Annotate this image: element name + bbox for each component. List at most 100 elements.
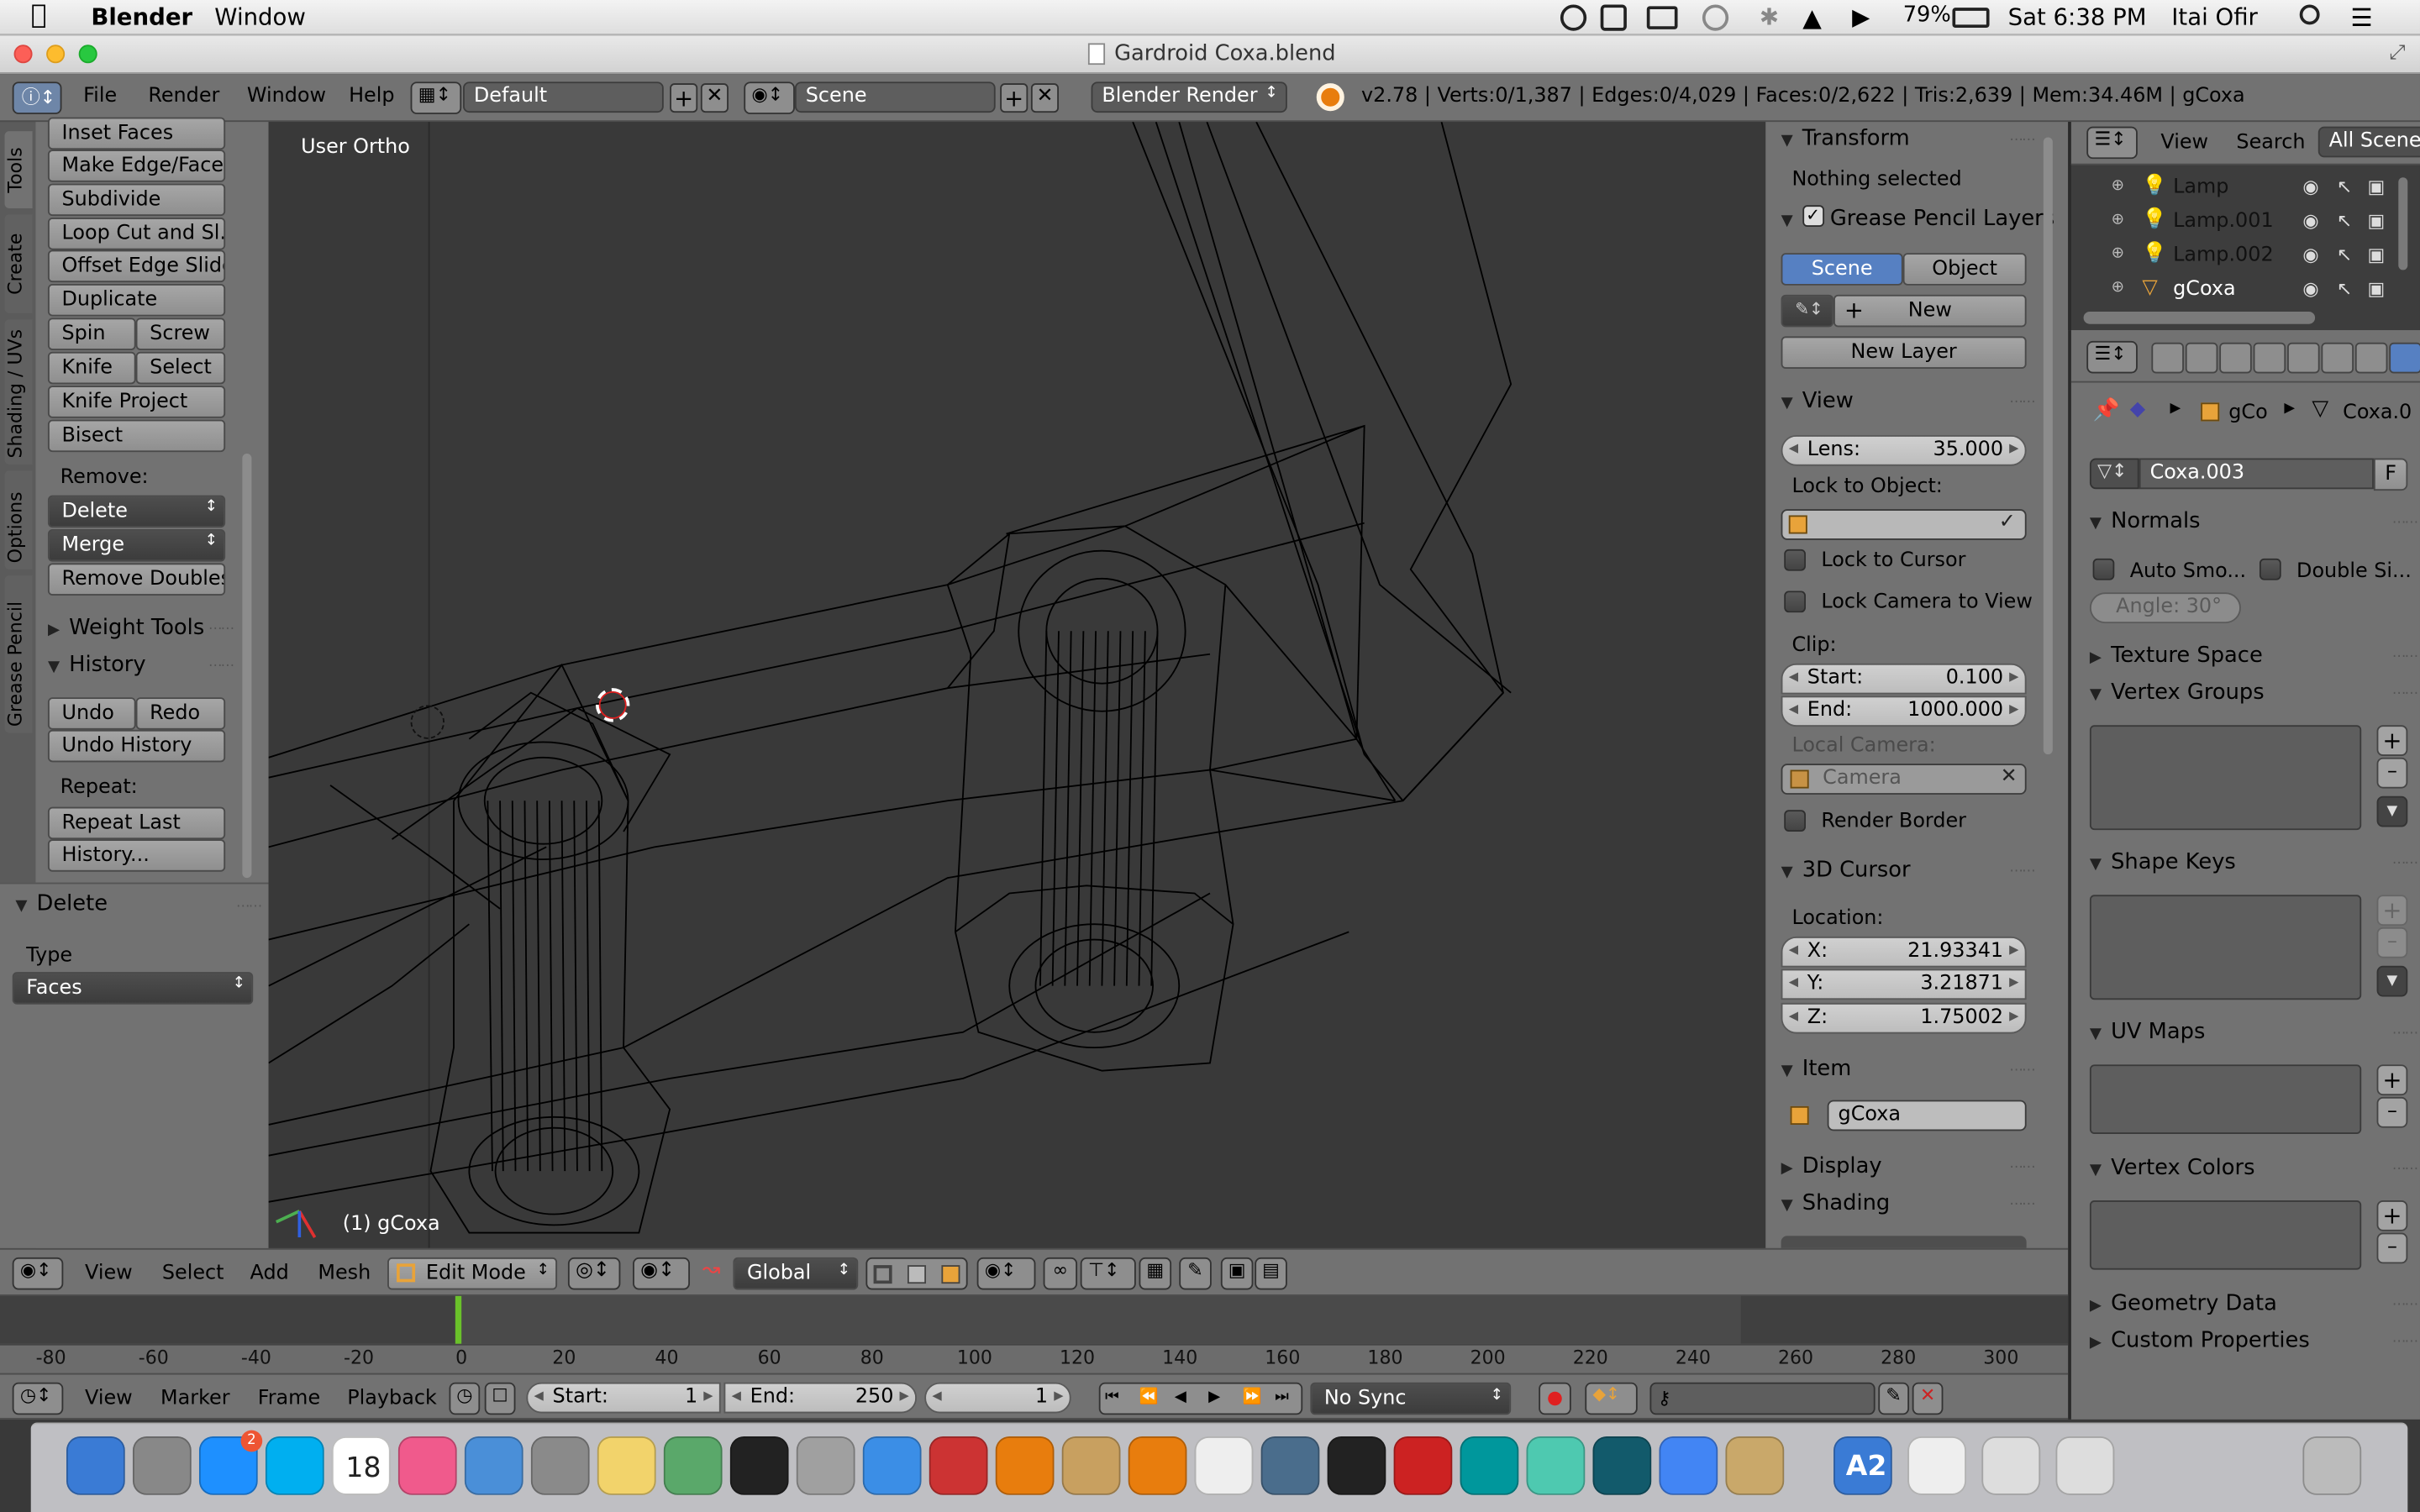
preview-photo-icon[interactable]	[663, 1436, 723, 1495]
lens-field[interactable]: ◀ Lens: 35.000 ▶	[1781, 434, 2027, 466]
screen-layout-field[interactable]: Default	[463, 81, 664, 113]
textwrangler-icon[interactable]	[1194, 1436, 1254, 1495]
outliner-hscroll[interactable]	[2083, 312, 2316, 324]
properties-editor-icon[interactable]: ☰↕	[2086, 340, 2138, 374]
next-keyframe-icon[interactable]: ⏩	[1243, 1389, 1262, 1405]
add-shape-key-icon[interactable]: +	[2376, 895, 2408, 927]
subdivide-button[interactable]: Subdivide	[47, 183, 226, 217]
drag-handle-icon[interactable]: ⋯⋯	[2009, 1063, 2035, 1079]
modifiers-tab-icon[interactable]	[2354, 342, 2388, 374]
view-header[interactable]: ▼ View	[1781, 389, 1854, 413]
timeline-view-menu[interactable]: View	[85, 1387, 133, 1410]
itunes-icon[interactable]	[397, 1436, 457, 1495]
fake-user-button[interactable]: F	[2373, 458, 2408, 491]
mesh-menu[interactable]: Mesh	[318, 1262, 371, 1285]
vertex-groups-header[interactable]: ▼ Vertex Groups	[2090, 680, 2265, 705]
remove-vcol-icon[interactable]: –	[2376, 1232, 2408, 1264]
timeline-editor-icon[interactable]: ◷↕	[12, 1382, 64, 1415]
grease-pencil-checkbox[interactable]: ✓	[1802, 205, 1824, 227]
keying-set-field[interactable]: ⚷	[1649, 1382, 1876, 1415]
renderable-camera-icon[interactable]: ▣	[2368, 176, 2386, 197]
view-menu[interactable]: View	[85, 1262, 133, 1285]
tab-tools[interactable]: Tools	[4, 131, 33, 208]
drag-handle-icon[interactable]: ⋯⋯	[2392, 1335, 2418, 1350]
notification-icon[interactable]: ☰	[2350, 3, 2372, 33]
editor-type-icon[interactable]: ◉↕	[12, 1257, 64, 1290]
outliner-row[interactable]: ⊕ 💡 Lamp ◉ ↖ ▣	[2071, 171, 2396, 205]
lock-range-icon[interactable]: □	[484, 1382, 516, 1415]
add-uv-map-icon[interactable]: +	[2376, 1064, 2408, 1096]
airplay-icon[interactable]	[1646, 6, 1678, 29]
transform-header[interactable]: ▼ Transform	[1781, 127, 1910, 151]
spin-button[interactable]: Spin	[47, 318, 136, 350]
outliner-vscroll[interactable]	[2398, 177, 2408, 270]
lock-object-field[interactable]: ✓	[1781, 509, 2027, 540]
launchpad-icon[interactable]	[132, 1436, 192, 1495]
outliner-row[interactable]: ⊕ ▽ gCoxa ◉ ↖ ▣	[2071, 273, 2396, 307]
outliner-filter-select[interactable]: All Scenes	[2317, 126, 2420, 158]
loop-cut-button[interactable]: Loop Cut and Sl...	[47, 217, 226, 250]
uv-icon[interactable]: ✎	[1179, 1257, 1212, 1290]
operator-header[interactable]: ▼ Delete	[15, 892, 108, 916]
layout-icon[interactable]: ▦↕	[410, 81, 462, 114]
drag-handle-icon[interactable]: ⋯⋯	[208, 622, 234, 637]
viewport-3d[interactable]: User Ortho (1) gCoxa	[268, 122, 1766, 1248]
visibility-eye-icon[interactable]: ◉	[2302, 278, 2318, 300]
battery-icon[interactable]	[1952, 8, 1990, 29]
outliner-search-menu[interactable]: Search	[2236, 131, 2305, 155]
info-editor-icon[interactable]: ⓘ↕	[12, 81, 62, 114]
terminal-icon[interactable]	[729, 1436, 789, 1495]
volume-icon[interactable]: ▶	[1852, 3, 1870, 31]
mesh-browse-icon[interactable]: ▽↕	[2089, 458, 2139, 490]
spotlight-icon[interactable]	[2299, 4, 2320, 25]
insert-keyframe-icon[interactable]: ✎	[1878, 1382, 1910, 1415]
calculator-icon[interactable]	[796, 1436, 855, 1495]
timeline[interactable]: -80 -60 -40 -20 0 20 40 60 80 100 120 140 160 180 200 2…	[0, 1295, 2069, 1373]
tab-grease-pencil[interactable]: Grease Pencil	[4, 575, 33, 733]
expand-icon[interactable]: ⊕	[2112, 212, 2124, 228]
inset-faces-button[interactable]: Inset Faces	[47, 117, 226, 150]
vertex-select-icon[interactable]	[873, 1265, 892, 1284]
drag-handle-icon[interactable]: ⋯⋯	[2009, 395, 2035, 410]
matlab-icon[interactable]	[1128, 1436, 1187, 1495]
drag-handle-icon[interactable]: ⋯⋯	[2392, 1162, 2418, 1177]
double-sided-checkbox[interactable]	[2259, 558, 2281, 580]
pin-icon[interactable]: 📌	[2093, 398, 2120, 423]
drag-handle-icon[interactable]: ⋯⋯	[2392, 856, 2418, 871]
play-reverse-icon[interactable]: ◀	[1175, 1389, 1186, 1405]
expand-icon[interactable]: ⊕	[2112, 177, 2124, 194]
undo-history-button[interactable]: Undo History	[47, 729, 226, 763]
manipulator-icon[interactable]: ↝	[702, 1257, 734, 1290]
remove-scene-icon[interactable]: ✕	[1030, 83, 1059, 113]
orientation-select[interactable]: Global ↕	[733, 1257, 859, 1290]
remove-shape-key-icon[interactable]: –	[2376, 927, 2408, 958]
remove-uv-map-icon[interactable]: –	[2376, 1096, 2408, 1128]
geometry-data-header[interactable]: ▶ Geometry Data	[2090, 1291, 2277, 1315]
arduino-icon[interactable]	[1460, 1436, 1519, 1495]
lock-to-cursor-checkbox[interactable]	[1784, 549, 1806, 571]
file-menu[interactable]: File	[83, 85, 117, 108]
drag-handle-icon[interactable]: ⋯⋯	[208, 659, 234, 674]
clip-end-field[interactable]: ◀ End: 1000.000 ▶	[1781, 696, 2027, 727]
edge-select-icon[interactable]	[907, 1265, 927, 1284]
status-icon-2[interactable]	[1600, 4, 1627, 31]
play-icon[interactable]: ▶	[1208, 1389, 1220, 1405]
end-frame-field[interactable]: ◀ End: 250 ▶	[723, 1382, 918, 1414]
shape-keys-list[interactable]	[2089, 895, 2362, 1000]
status-icon-1[interactable]	[1560, 4, 1587, 31]
sync-select[interactable]: No Sync ↕	[1310, 1382, 1512, 1415]
battery-percent[interactable]: 79%	[1903, 3, 1951, 28]
renderable-camera-icon[interactable]: ▣	[2368, 244, 2386, 265]
drag-handle-icon[interactable]: ⋯⋯	[2009, 1160, 2035, 1175]
window-thumb-icon[interactable]	[1981, 1436, 2041, 1495]
redo-button[interactable]: Redo	[135, 697, 226, 730]
jump-end-icon[interactable]: ⏭	[1275, 1389, 1289, 1405]
mode-select[interactable]: Edit Mode ↕	[387, 1257, 558, 1290]
outliner-row[interactable]: ⊕ 💡 Lamp.002 ◉ ↖ ▣	[2071, 239, 2396, 273]
constraints-tab-icon[interactable]	[2321, 342, 2354, 374]
minimize-window-button[interactable]	[46, 45, 66, 64]
scripts-icon[interactable]	[1061, 1436, 1121, 1495]
vgroup-menu-icon[interactable]: ▼	[2376, 795, 2408, 827]
keying-icon[interactable]: ◆↕	[1585, 1382, 1638, 1415]
history-dots-button[interactable]: History...	[47, 839, 226, 872]
